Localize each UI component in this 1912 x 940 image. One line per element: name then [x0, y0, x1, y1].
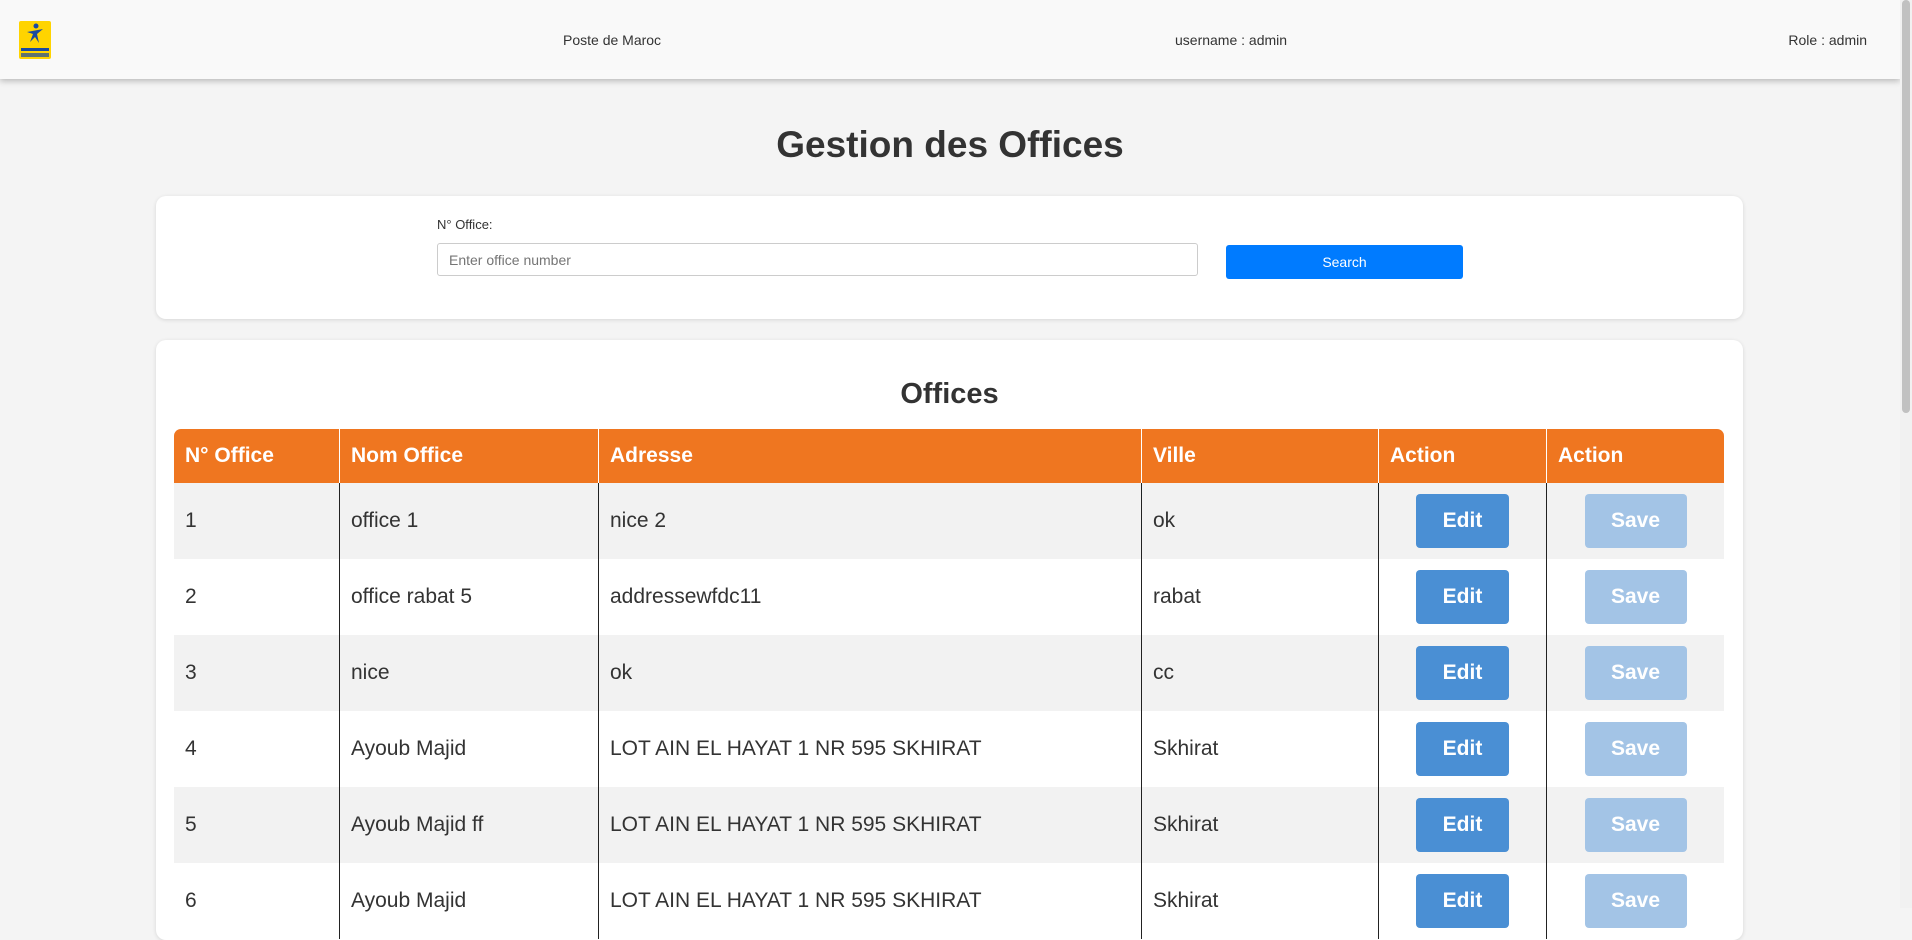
- table-row: 2 office rabat 5 addressewfdc11 rabat Ed…: [174, 559, 1724, 635]
- table-row: 5 Ayoub Majid ff LOT AIN EL HAYAT 1 NR 5…: [174, 787, 1724, 863]
- office-number-label: N° Office:: [437, 217, 493, 232]
- edit-button[interactable]: Edit: [1416, 494, 1509, 548]
- cell-city: rabat: [1142, 559, 1379, 635]
- cell-action-save: Save: [1547, 635, 1724, 711]
- save-button[interactable]: Save: [1584, 874, 1687, 928]
- cell-address: LOT AIN EL HAYAT 1 NR 595 SKHIRAT: [599, 787, 1142, 863]
- cell-office-number: 6: [174, 863, 340, 939]
- table-row: 6 Ayoub Majid LOT AIN EL HAYAT 1 NR 595 …: [174, 863, 1724, 939]
- cell-city: cc: [1142, 635, 1379, 711]
- logo-figure-icon: [27, 23, 43, 43]
- cell-office-number: 3: [174, 635, 340, 711]
- cell-action-save: Save: [1547, 711, 1724, 787]
- cell-office-name: office rabat 5: [340, 559, 599, 635]
- cell-action-edit: Edit: [1379, 711, 1547, 787]
- username-display: username : admin: [1175, 32, 1288, 48]
- cell-office-number: 5: [174, 787, 340, 863]
- table-header-row: N° Office Nom Office Adresse Ville Actio…: [174, 429, 1724, 483]
- cell-action-edit: Edit: [1379, 559, 1547, 635]
- logo-strip: [21, 48, 49, 51]
- edit-button[interactable]: Edit: [1416, 874, 1509, 928]
- cell-address: addressewfdc11: [599, 559, 1142, 635]
- cell-action-edit: Edit: [1379, 787, 1547, 863]
- cell-office-number: 2: [174, 559, 340, 635]
- cell-city: Skhirat: [1142, 711, 1379, 787]
- offices-card: Offices N° Office Nom Office Adresse Vil…: [156, 340, 1743, 940]
- brand-name: Poste de Maroc: [563, 32, 662, 48]
- search-button[interactable]: Search: [1226, 245, 1463, 279]
- edit-button[interactable]: Edit: [1416, 646, 1509, 700]
- top-navbar: Poste de Maroc username : admin Role : a…: [0, 0, 1900, 79]
- cell-action-save: Save: [1547, 483, 1724, 559]
- save-button[interactable]: Save: [1584, 798, 1687, 852]
- poste-maroc-logo-icon[interactable]: [19, 21, 51, 59]
- search-card: N° Office: Search: [156, 196, 1743, 319]
- cell-office-name: office 1: [340, 483, 599, 559]
- edit-button[interactable]: Edit: [1416, 722, 1509, 776]
- cell-office-name: Ayoub Majid: [340, 863, 599, 939]
- save-button[interactable]: Save: [1584, 494, 1687, 548]
- table-row: 3 nice ok cc Edit Save: [174, 635, 1724, 711]
- cell-office-name: nice: [340, 635, 599, 711]
- cell-action-save: Save: [1547, 863, 1724, 939]
- office-number-input[interactable]: [437, 243, 1198, 276]
- scrollbar-thumb[interactable]: [1902, 0, 1910, 413]
- column-header-action-edit: Action: [1379, 429, 1547, 483]
- table-row: 4 Ayoub Majid LOT AIN EL HAYAT 1 NR 595 …: [174, 711, 1724, 787]
- save-button[interactable]: Save: [1584, 722, 1687, 776]
- column-header-office-number: N° Office: [174, 429, 340, 483]
- cell-address: nice 2: [599, 483, 1142, 559]
- cell-address: ok: [599, 635, 1142, 711]
- cell-city: Skhirat: [1142, 863, 1379, 939]
- cell-address: LOT AIN EL HAYAT 1 NR 595 SKHIRAT: [599, 711, 1142, 787]
- cell-address: LOT AIN EL HAYAT 1 NR 595 SKHIRAT: [599, 863, 1142, 939]
- offices-section-title: Offices: [900, 378, 999, 410]
- cell-action-save: Save: [1547, 787, 1724, 863]
- column-header-office-name: Nom Office: [340, 429, 599, 483]
- cell-office-number: 4: [174, 711, 340, 787]
- cell-action-edit: Edit: [1379, 483, 1547, 559]
- save-button[interactable]: Save: [1584, 646, 1687, 700]
- vertical-scrollbar[interactable]: [1900, 0, 1912, 908]
- save-button[interactable]: Save: [1584, 570, 1687, 624]
- cell-action-save: Save: [1547, 559, 1724, 635]
- column-header-action-save: Action: [1547, 429, 1724, 483]
- column-header-address: Adresse: [599, 429, 1142, 483]
- cell-office-name: Ayoub Majid ff: [340, 787, 599, 863]
- offices-table: N° Office Nom Office Adresse Ville Actio…: [174, 429, 1724, 939]
- edit-button[interactable]: Edit: [1416, 798, 1509, 852]
- cell-office-number: 1: [174, 483, 340, 559]
- logo-text-strip: [21, 53, 49, 57]
- cell-office-name: Ayoub Majid: [340, 711, 599, 787]
- table-row: 1 office 1 nice 2 ok Edit Save: [174, 483, 1724, 559]
- cell-action-edit: Edit: [1379, 635, 1547, 711]
- page-title: Gestion des Offices: [776, 124, 1124, 165]
- cell-action-edit: Edit: [1379, 863, 1547, 939]
- cell-city: ok: [1142, 483, 1379, 559]
- edit-button[interactable]: Edit: [1416, 570, 1509, 624]
- role-display: Role : admin: [1788, 32, 1867, 48]
- column-header-city: Ville: [1142, 429, 1379, 483]
- cell-city: Skhirat: [1142, 787, 1379, 863]
